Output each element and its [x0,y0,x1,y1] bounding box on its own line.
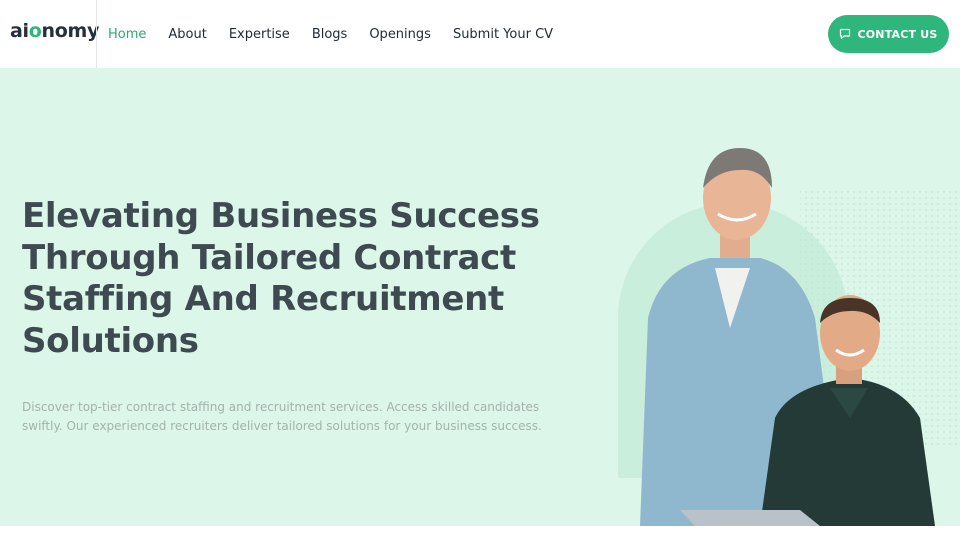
nav-openings[interactable]: Openings [369,27,431,42]
chat-icon [840,28,851,40]
logo[interactable]: aionomy [10,20,99,42]
main-nav: Home About Expertise Blogs Openings Subm… [108,0,575,68]
contact-us-button[interactable]: CONTACT US [828,15,949,53]
header-divider [96,0,97,68]
nav-expertise[interactable]: Expertise [229,27,290,42]
nav-about[interactable]: About [168,27,206,42]
laptop-figure [680,510,820,526]
hero-title: Elevating Business Success Through Tailo… [22,196,540,361]
nav-home[interactable]: Home [108,27,146,42]
logo-text-end: nomy [41,20,100,42]
page-bottom [0,526,960,540]
hero-image [618,148,960,526]
logo-text-accent: o [28,20,42,42]
logo-text-start: ai [10,20,29,42]
hero-subtitle: Discover top-tier contract staffing and … [22,400,542,433]
nav-blogs[interactable]: Blogs [312,27,348,42]
hero-section: Elevating Business Success Through Tailo… [0,68,960,526]
contact-us-label: CONTACT US [857,27,938,41]
site-header: aionomy Home About Expertise Blogs Openi… [0,0,960,68]
nav-submit-cv[interactable]: Submit Your CV [453,27,553,42]
